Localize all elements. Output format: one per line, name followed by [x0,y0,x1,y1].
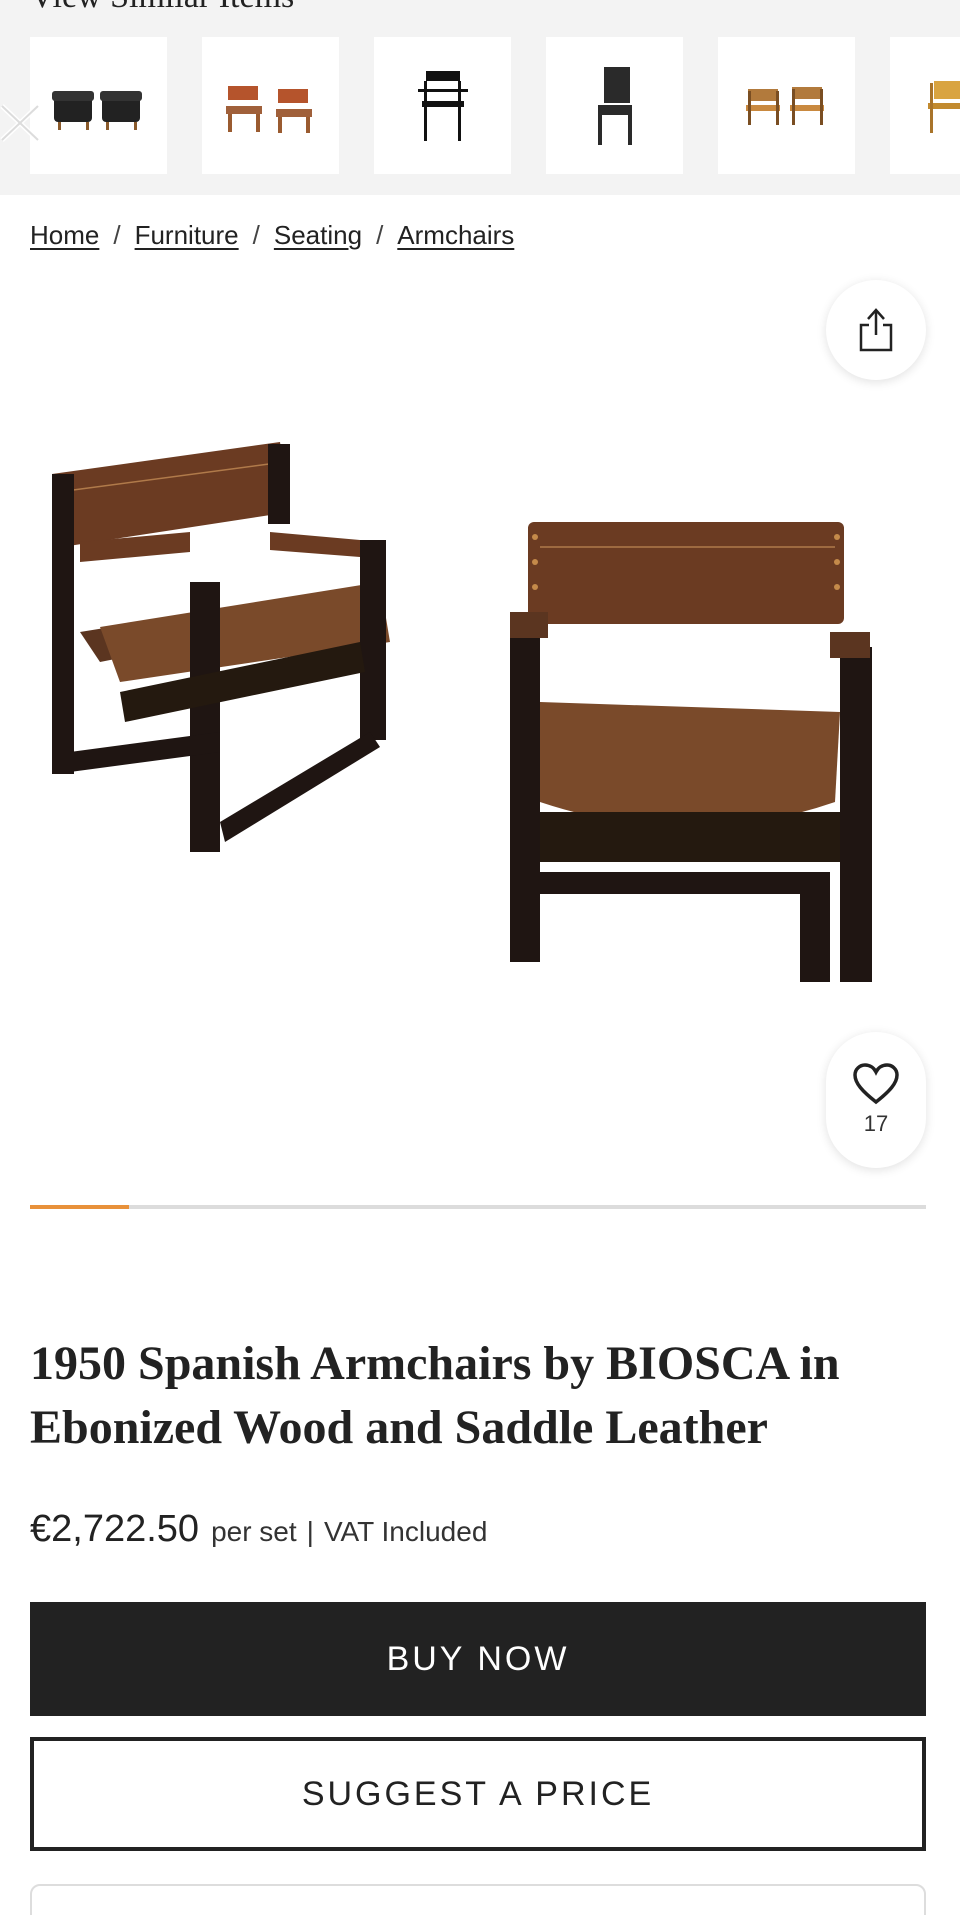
product-price: €2,722.50 [30,1508,200,1550]
light-armchair-thumb-image [927,80,960,133]
similar-items-strip: View Similar Items [0,0,960,195]
breadcrumb-separator: / [252,220,260,250]
leather-lounge-chairs-thumb-image [51,90,142,130]
share-icon [859,308,893,352]
breadcrumb-home[interactable]: Home [30,220,99,251]
favorite-count: 17 [863,1111,889,1136]
left-armchair-illustration [52,442,390,852]
product-image-gallery[interactable]: 17 [0,262,960,1209]
breadcrumb-separator: / [113,220,121,250]
dark-side-chair-thumb-image [597,66,632,145]
share-button[interactable] [826,280,926,380]
similar-item-thumb[interactable] [718,37,855,174]
buy-now-button[interactable]: BUY NOW [30,1602,926,1716]
right-armchair-illustration [510,522,872,982]
oak-armchairs-thumb-image [745,86,824,125]
price-divider: | [306,1516,314,1547]
heart-icon [853,1063,899,1105]
close-icon[interactable] [0,100,42,146]
price-row: €2,722.50 per set | VAT Included [30,1508,487,1551]
similar-items-carousel[interactable] [30,37,960,174]
product-title: 1950 Spanish Armchairs by BIOSCA in Ebon… [30,1337,840,1454]
breadcrumb-separator: / [376,220,384,250]
similar-item-thumb[interactable] [890,37,960,174]
suggest-price-button[interactable]: SUGGEST A PRICE [30,1737,926,1851]
similar-item-thumb[interactable] [202,37,339,174]
breadcrumb-seating[interactable]: Seating [274,220,362,251]
similar-items-heading: View Similar Items [30,0,294,16]
gallery-progress-track [30,1205,926,1209]
similar-item-thumb[interactable] [374,37,511,174]
breadcrumb: Home / Furniture / Seating / Armchairs [30,220,514,251]
gallery-progress-fill [30,1205,129,1209]
similar-item-thumb[interactable] [30,37,167,174]
breadcrumb-armchairs[interactable]: Armchairs [397,220,514,251]
product-photo [52,442,872,982]
similar-item-thumb[interactable] [546,37,683,174]
favorite-button[interactable]: 17 [826,1032,926,1168]
black-armchair-thumb-image [417,70,468,141]
wood-armchairs-thumb-image [225,85,312,133]
breadcrumb-furniture[interactable]: Furniture [135,220,239,251]
vat-note: VAT Included [323,1516,488,1547]
next-section-card [30,1884,926,1915]
price-unit: per set [211,1516,297,1547]
